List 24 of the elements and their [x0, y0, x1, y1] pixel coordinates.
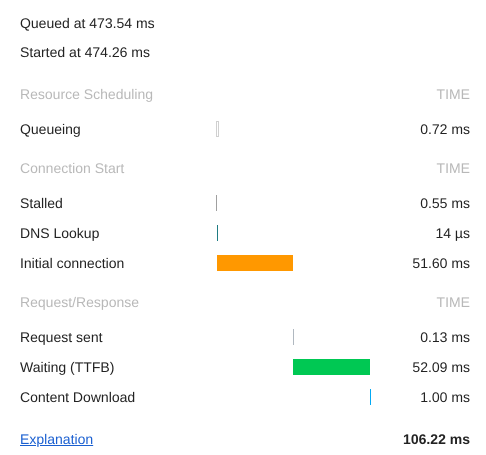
timing-label: Waiting (TTFB) — [20, 358, 116, 377]
timing-value: 0.72 ms — [419, 120, 470, 138]
timing-label: Content Download — [20, 388, 136, 406]
timing-label: Stalled — [20, 194, 64, 212]
timing-value: 51.60 ms — [411, 254, 470, 272]
section-title: Connection Start — [20, 159, 124, 178]
timing-label: Queueing — [20, 120, 82, 139]
event-text: Started at 474.26 ms — [20, 43, 151, 62]
timing-value: 1.00 ms — [419, 388, 470, 406]
timing-value: 0.55 ms — [419, 194, 470, 212]
total-time: 106.22 ms — [403, 430, 470, 448]
time-heading: TIME — [436, 85, 470, 104]
timing-label: DNS Lookup — [20, 224, 100, 243]
timing-label: Initial connection — [20, 254, 126, 272]
timing-value: 52.09 ms — [411, 358, 470, 376]
time-heading: TIME — [436, 159, 470, 178]
timing-value: 14 µs — [434, 224, 470, 243]
section-title: Resource Scheduling — [20, 85, 154, 104]
timing-label: Request sent — [20, 328, 104, 347]
explanation-link[interactable]: Explanation — [20, 428, 94, 450]
section-title: Request/Response — [20, 293, 140, 312]
time-heading: TIME — [436, 293, 470, 312]
event-text: Queued at 473.54 ms — [20, 14, 156, 33]
timing-value: 0.13 ms — [419, 328, 470, 346]
